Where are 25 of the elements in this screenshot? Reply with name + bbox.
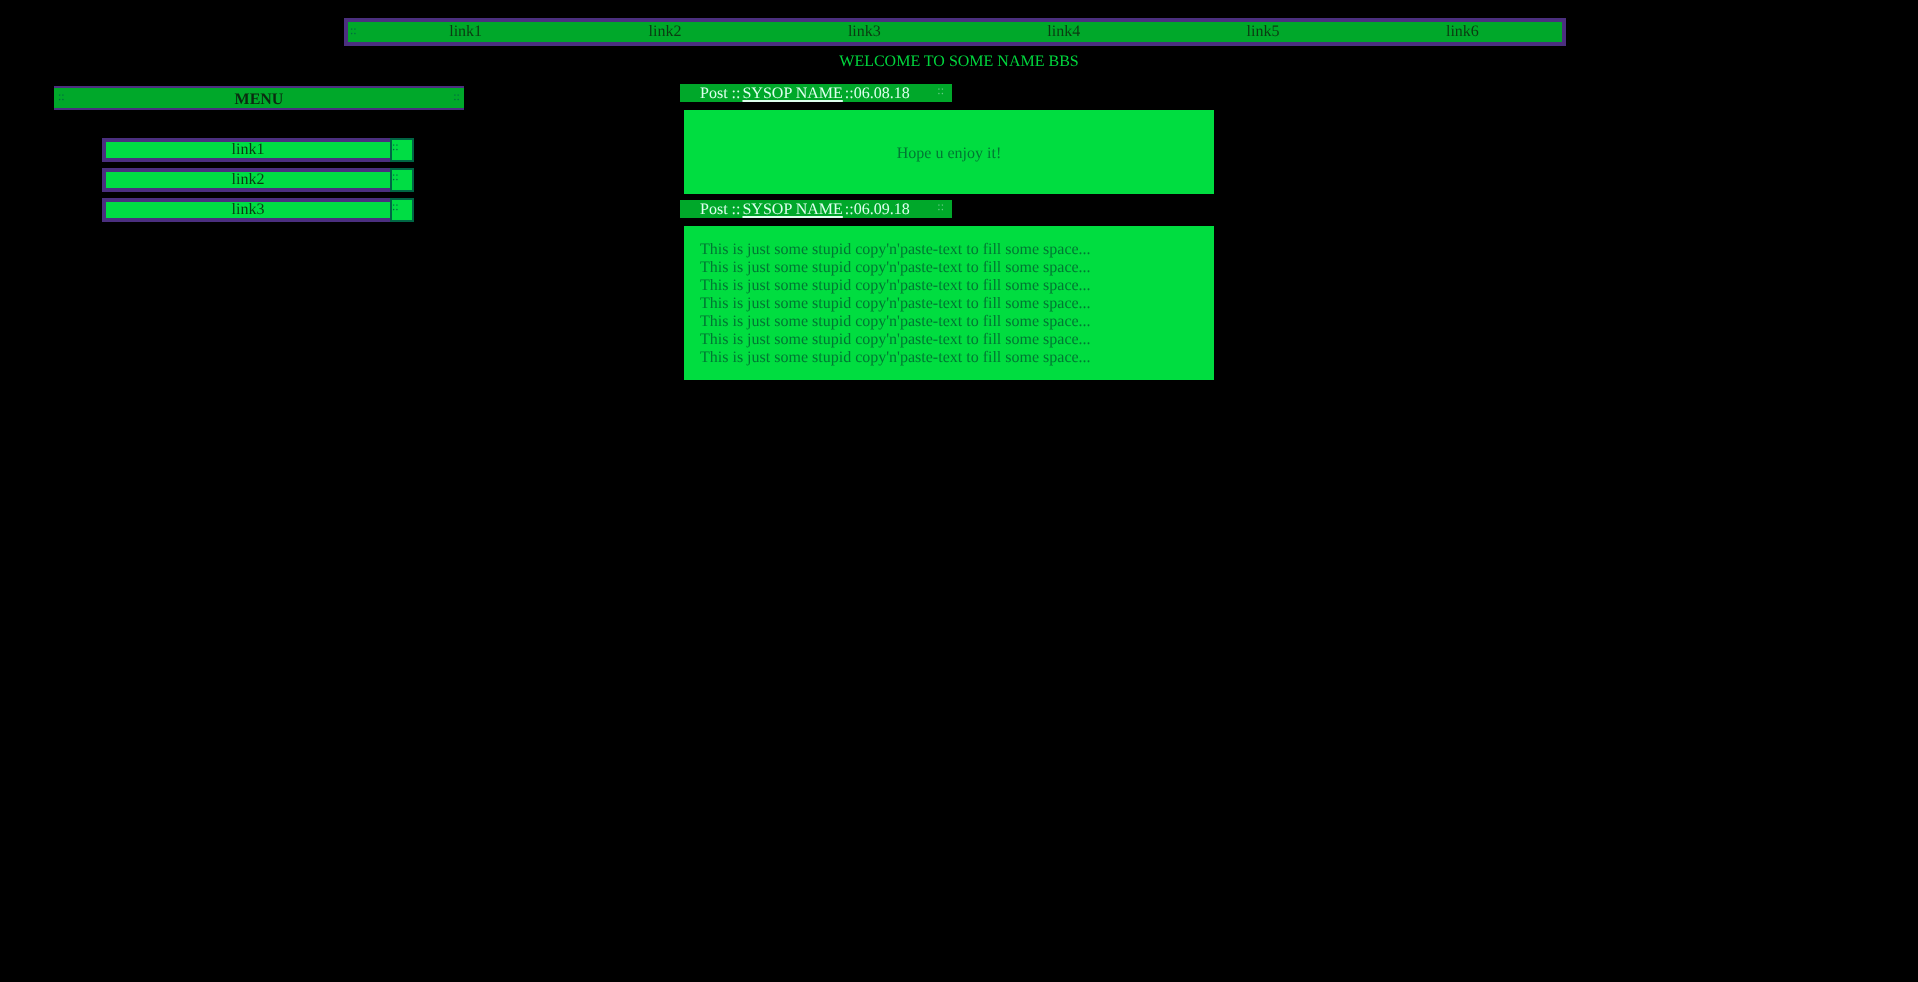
post-text: This is just some stupid copy'n'paste-text to fill some space... [700,312,1093,330]
nav-link[interactable]: link6 [1362,22,1563,42]
nav-link[interactable]: link2 [565,22,765,42]
menu-link[interactable]: link3 [102,198,390,222]
post-text: This is just some stupid copy'n'paste-text to fill some space... [700,330,1093,348]
post-text: This is just some stupid copy'n'paste-text to fill some space... [700,294,1093,312]
post-text: Hope u enjoy it! [896,143,1002,161]
post-text: This is just some stupid copy'n'paste-text to fill some space... [700,258,1093,276]
post-label: Post :: [698,200,743,218]
nav-link[interactable]: link4 [964,22,1164,42]
author-link[interactable]: SYSOP NAME [742,84,845,102]
menu-title: MENU [234,89,284,107]
post-text: This is just some stupid copy'n'paste-text to fill some space... [700,240,1093,258]
nav-link[interactable]: link5 [1163,22,1363,42]
post-date: ::06.09.18 [844,200,912,218]
post-label: Post :: [698,84,743,102]
welcome-text: WELCOME TO SOME NAME BBS [837,52,1081,70]
menu-link[interactable]: link1 [102,138,390,162]
post-text: This is just some stupid copy'n'paste-text to fill some space... [700,276,1093,294]
post-text: This is just some stupid copy'n'paste-text to fill some space... [700,348,1093,366]
nav-link[interactable]: link3 [764,22,965,42]
menu-link[interactable]: link2 [102,168,390,192]
post-date: ::06.08.18 [844,84,912,102]
author-link[interactable]: SYSOP NAME [742,200,845,218]
nav-link[interactable]: link1 [366,22,566,42]
